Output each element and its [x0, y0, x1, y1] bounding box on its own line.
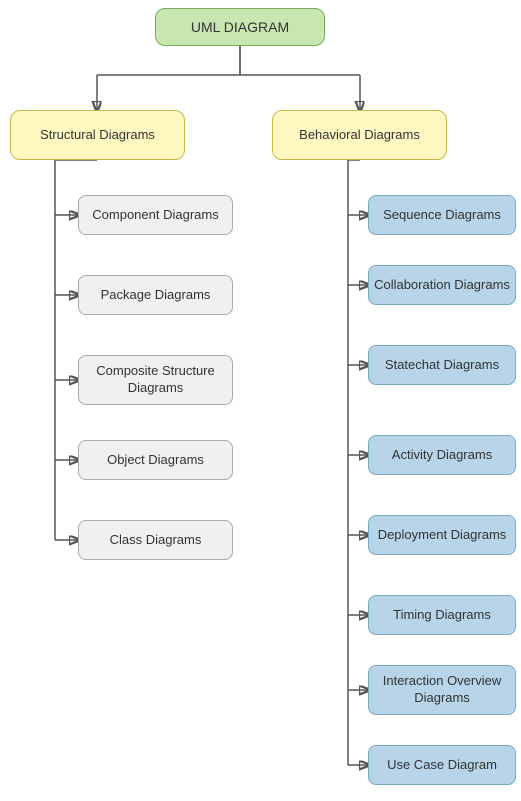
composite-structure-diagrams-node: Composite StructureDiagrams	[78, 355, 233, 405]
root-node: UML DIAGRAM	[155, 8, 325, 46]
structural-category: Structural Diagrams	[10, 110, 185, 160]
class-diagrams-node: Class Diagrams	[78, 520, 233, 560]
deployment-diagrams-node: Deployment Diagrams	[368, 515, 516, 555]
sequence-diagrams-node: Sequence Diagrams	[368, 195, 516, 235]
use-case-diagram-node: Use Case Diagram	[368, 745, 516, 785]
object-diagrams-node: Object Diagrams	[78, 440, 233, 480]
component-diagrams-node: Component Diagrams	[78, 195, 233, 235]
uml-diagram: UML DIAGRAM Structural Diagrams Behavior…	[0, 0, 521, 801]
behavioral-category: Behavioral Diagrams	[272, 110, 447, 160]
activity-diagrams-node: Activity Diagrams	[368, 435, 516, 475]
package-diagrams-node: Package Diagrams	[78, 275, 233, 315]
statechat-diagrams-node: Statechat Diagrams	[368, 345, 516, 385]
collaboration-diagrams-node: Collaboration Diagrams	[368, 265, 516, 305]
timing-diagrams-node: Timing Diagrams	[368, 595, 516, 635]
interaction-overview-diagrams-node: Interaction OverviewDiagrams	[368, 665, 516, 715]
